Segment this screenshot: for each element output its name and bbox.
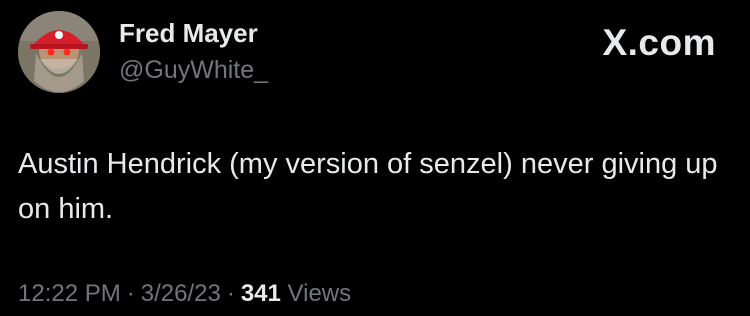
- views-count: 341: [240, 280, 281, 307]
- views-label: Views: [287, 280, 352, 307]
- user-handle[interactable]: @GuyWhite_: [119, 56, 268, 85]
- avatar[interactable]: [18, 11, 100, 93]
- meta-separator: ·: [226, 280, 235, 307]
- tweet-time[interactable]: 12:22 PM: [18, 280, 121, 307]
- tweet-date[interactable]: 3/26/23: [141, 280, 221, 307]
- x-logo-text: X.com: [602, 22, 716, 63]
- display-name[interactable]: Fred Mayer: [119, 18, 258, 49]
- meta-separator: ·: [126, 280, 135, 307]
- bearded-man-avatar-icon: [18, 11, 100, 93]
- tweet-meta: 12:22 PM · 3/26/23 · 341 Views: [18, 280, 351, 308]
- tweet-text: Austin Hendrick (my version of senzel) n…: [18, 148, 718, 225]
